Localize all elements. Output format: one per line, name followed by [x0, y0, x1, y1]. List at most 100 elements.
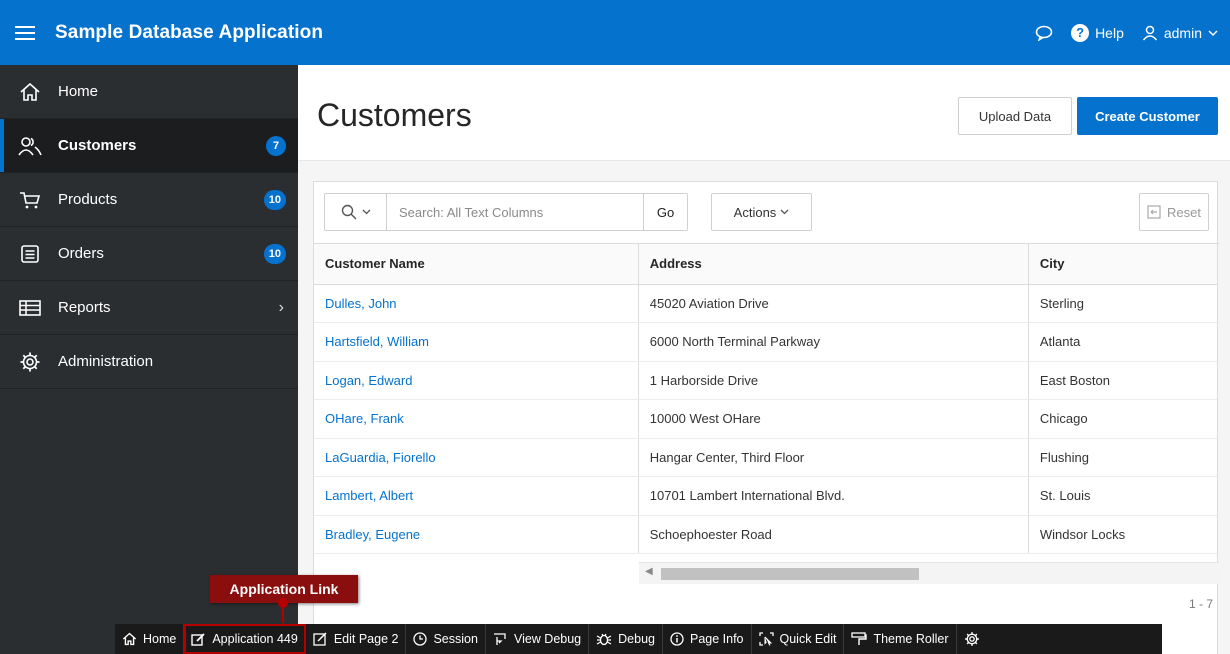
- address-cell: 45020 Aviation Drive: [638, 284, 1029, 323]
- table-row: OHare, Frank 10000 West OHare Chicago: [314, 399, 1217, 439]
- callout-pointer-line: [282, 603, 284, 623]
- app-header: Sample Database Application ? Help admin: [0, 0, 1230, 65]
- city-cell: Chicago: [1028, 399, 1217, 439]
- feedback-button[interactable]: [1035, 25, 1053, 41]
- main-content: Customers Upload Data Create Customer Go…: [298, 65, 1230, 654]
- app-title[interactable]: Sample Database Application: [55, 22, 323, 44]
- devbar-label: Edit Page 2: [333, 632, 399, 646]
- info-icon: [670, 632, 684, 646]
- help-label: Help: [1095, 24, 1124, 41]
- reset-icon: [1147, 205, 1161, 219]
- devbar-label: Application 449: [212, 632, 298, 646]
- search-input[interactable]: [387, 194, 643, 230]
- page-title-bar: Customers Upload Data Create Customer: [298, 65, 1230, 161]
- devbar-view-debug-link[interactable]: View Debug: [486, 624, 590, 654]
- customer-name-link[interactable]: Lambert, Albert: [314, 476, 639, 516]
- home-icon: [122, 632, 137, 646]
- sidebar-item-home[interactable]: Home: [0, 65, 298, 119]
- devbar-edit-page-link[interactable]: Edit Page 2: [306, 624, 407, 654]
- address-cell: 10000 West OHare: [638, 399, 1029, 439]
- table-row: Dulles, John 45020 Aviation Drive Sterli…: [314, 284, 1217, 323]
- user-menu-button[interactable]: admin: [1142, 25, 1218, 41]
- column-header-address[interactable]: Address: [638, 244, 1029, 285]
- edit-page-icon: [313, 632, 327, 646]
- devbar-label: Debug: [618, 632, 655, 646]
- menu-toggle-button[interactable]: [8, 16, 42, 50]
- sidebar-item-label: Orders: [58, 245, 104, 262]
- search-group: Go: [324, 193, 688, 231]
- sidebar-item-label: Home: [58, 83, 99, 100]
- sidebar-item-administration[interactable]: Administration: [0, 335, 298, 389]
- column-header-customer-name[interactable]: Customer Name: [314, 244, 639, 285]
- chevron-down-icon: [1208, 29, 1218, 36]
- table-row: Hartsfield, William 6000 North Terminal …: [314, 322, 1217, 362]
- scroll-left-arrow-icon[interactable]: ◀: [645, 566, 653, 577]
- customer-name-link[interactable]: OHare, Frank: [314, 399, 639, 439]
- sidebar-item-customers[interactable]: Customers 7: [0, 119, 298, 173]
- actions-label: Actions: [733, 204, 777, 220]
- devbar-label: Quick Edit: [779, 632, 837, 646]
- table-row: Lambert, Albert 10701 Lambert Internatio…: [314, 476, 1217, 516]
- report-toolbar: Go Actions Reset: [314, 182, 1219, 244]
- city-cell: Flushing: [1028, 438, 1217, 477]
- horizontal-scrollbar[interactable]: ◀: [639, 562, 1219, 584]
- sidebar-item-label: Products: [58, 191, 118, 208]
- table-header-row: Customer Name Address City: [314, 244, 1217, 285]
- devbar-session-link[interactable]: Session: [406, 624, 486, 654]
- devbar-home-link[interactable]: Home: [115, 624, 185, 654]
- pagination-info: 1 - 7: [1188, 597, 1213, 611]
- users-icon: [18, 134, 42, 158]
- customer-name-link[interactable]: Dulles, John: [314, 284, 639, 323]
- devbar-settings-button[interactable]: [957, 624, 987, 654]
- upload-data-button[interactable]: Upload Data: [958, 97, 1072, 135]
- help-menu-button[interactable]: ? Help: [1071, 23, 1124, 42]
- edit-app-icon: [191, 633, 205, 646]
- city-cell: Windsor Locks: [1028, 515, 1217, 554]
- scroll-thumb[interactable]: [661, 568, 919, 580]
- devbar-quick-edit-link[interactable]: Quick Edit: [752, 624, 845, 654]
- address-cell: 1 Harborside Drive: [638, 361, 1029, 400]
- sidebar-item-label: Administration: [58, 353, 154, 370]
- hamburger-icon: [15, 25, 35, 40]
- developer-toolbar: Home Application 449 Edit Page 2 Session…: [115, 624, 1162, 654]
- chevron-down-icon: [780, 209, 789, 215]
- devbar-label: Home: [143, 632, 177, 646]
- devbar-debug-link[interactable]: Debug: [589, 624, 663, 654]
- customer-name-link[interactable]: Bradley, Eugene: [314, 515, 639, 554]
- count-badge: 10: [263, 243, 286, 264]
- page-title: Customers: [317, 97, 472, 133]
- chat-bubble-icon: [1035, 25, 1053, 41]
- customers-report: Go Actions Reset Customer Name Address C…: [313, 181, 1219, 654]
- address-cell: Hangar Center, Third Floor: [638, 438, 1029, 477]
- devbar-label: Session: [433, 632, 478, 646]
- list-icon: [18, 242, 42, 266]
- address-cell: 10701 Lambert International Blvd.: [638, 476, 1029, 516]
- devbar-theme-roller-link[interactable]: Theme Roller: [844, 624, 957, 654]
- sidebar-item-orders[interactable]: Orders 10: [0, 227, 298, 281]
- customer-name-link[interactable]: LaGuardia, Fiorello: [314, 438, 639, 477]
- devbar-page-info-link[interactable]: Page Info: [663, 624, 752, 654]
- table-row: Logan, Edward 1 Harborside Drive East Bo…: [314, 361, 1217, 400]
- home-icon: [18, 80, 42, 104]
- reset-label: Reset: [1167, 204, 1201, 220]
- actions-menu-button[interactable]: Actions: [711, 193, 812, 231]
- customer-name-link[interactable]: Hartsfield, William: [314, 322, 639, 362]
- reset-button[interactable]: Reset: [1139, 193, 1209, 231]
- go-button[interactable]: Go: [643, 194, 687, 230]
- sidebar-item-products[interactable]: Products 10: [0, 173, 298, 227]
- devbar-application-link[interactable]: Application 449: [184, 624, 306, 654]
- customer-name-link[interactable]: Logan, Edward: [314, 361, 639, 400]
- table-row: LaGuardia, Fiorello Hangar Center, Third…: [314, 438, 1217, 477]
- gear-icon: [964, 632, 979, 646]
- column-header-city[interactable]: City: [1028, 244, 1217, 285]
- bug-icon: [596, 633, 612, 646]
- chevron-down-icon: [362, 209, 370, 215]
- table-row: Bradley, Eugene Schoephoester Road Winds…: [314, 515, 1217, 554]
- city-cell: St. Louis: [1028, 476, 1217, 516]
- create-customer-button[interactable]: Create Customer: [1077, 97, 1218, 135]
- chevron-right-icon: ›: [278, 298, 284, 316]
- sidebar-item-reports[interactable]: Reports ›: [0, 281, 298, 335]
- search-column-selector[interactable]: [325, 194, 387, 230]
- address-cell: 6000 North Terminal Parkway: [638, 322, 1029, 362]
- quick-edit-icon: [758, 632, 774, 646]
